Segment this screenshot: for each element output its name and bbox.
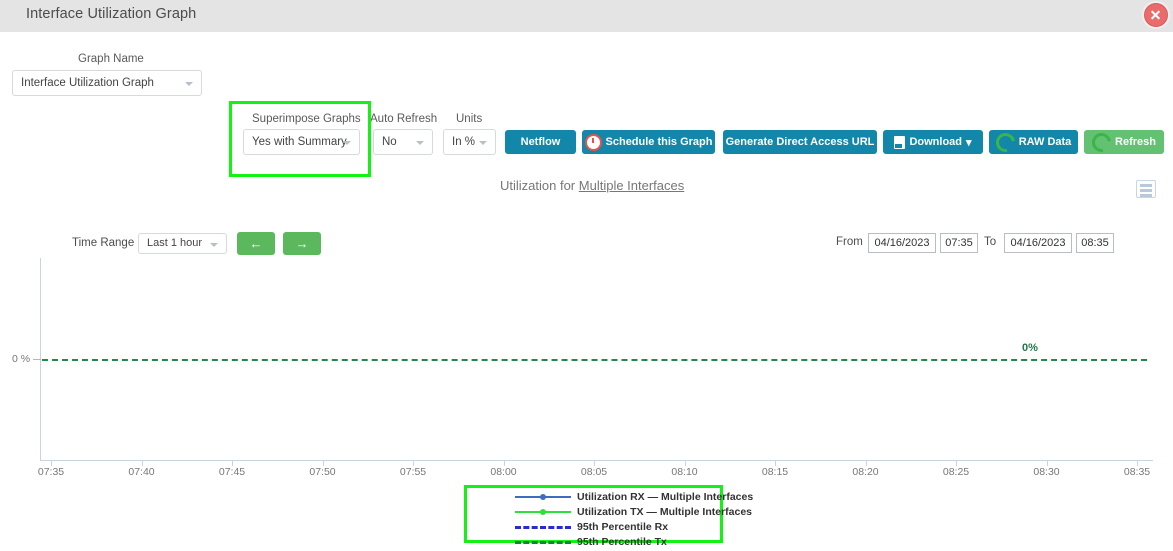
graph-name-select[interactable]: Interface Utilization Graph xyxy=(12,70,202,96)
utilization-chart: 0 % 07:35 07:40 07:45 07:50 07:55 08:00 08:05 0… xyxy=(0,250,1173,480)
refresh-icon xyxy=(991,128,1019,156)
generate-direct-url-label: Generate Direct Access URL xyxy=(725,136,875,148)
chart-heading: Utilization for Multiple Interfaces xyxy=(500,178,684,193)
raw-data-button[interactable]: RAW Data xyxy=(989,128,1078,156)
interface-utilization-graph-window: Interface Utilization Graph Graph Name I… xyxy=(0,0,1173,551)
units-value: In % xyxy=(452,136,476,148)
x-tick-label: 08:25 xyxy=(942,466,970,478)
netflow-button[interactable]: Netflow xyxy=(505,130,576,154)
legend-label-tx: Utilization TX — Multiple Interfaces xyxy=(577,505,753,518)
to-label: To xyxy=(984,236,997,248)
arrow-left-icon: ← xyxy=(249,236,263,251)
time-range-value: Last 1 hour xyxy=(147,237,203,249)
auto-refresh-value: No xyxy=(382,136,397,148)
legend-label-95th-rx: 95th Percentile Rx xyxy=(577,520,669,533)
refresh-label: Refresh xyxy=(1115,136,1156,148)
window-title-bar: Interface Utilization Graph xyxy=(0,0,1173,32)
chart-heading-prefix: Utilization for xyxy=(500,178,576,193)
legend-item-rx[interactable]: Utilization RX — Multiple Interfaces xyxy=(515,490,753,503)
legend-label-rx: Utilization RX — Multiple Interfaces xyxy=(577,490,754,503)
x-tick-label: 08:05 xyxy=(580,466,608,478)
download-caret-icon: ▾ xyxy=(966,136,972,149)
arrow-right-icon: → xyxy=(295,236,309,251)
chevron-down-icon xyxy=(185,82,193,86)
data-label-0pct: 0% xyxy=(1022,342,1038,354)
x-tick-label: 07:45 xyxy=(218,466,246,478)
x-tick-label: 07:35 xyxy=(37,466,65,478)
legend-swatch-95th-tx xyxy=(515,537,571,547)
legend-item-95th-rx[interactable]: 95th Percentile Rx xyxy=(515,520,753,533)
series-line-95th-percentile-tx xyxy=(42,359,1147,361)
chevron-down-icon xyxy=(416,141,424,145)
schedule-graph-button[interactable]: Schedule this Graph xyxy=(582,130,715,154)
legend-item-95th-tx[interactable]: 95th Percentile Tx xyxy=(515,535,753,548)
netflow-button-label: Netflow xyxy=(520,136,561,148)
auto-refresh-label: Auto Refresh xyxy=(370,113,438,125)
document-icon xyxy=(894,135,906,149)
x-tick-label: 07:40 xyxy=(128,466,155,478)
x-tick-label: 07:50 xyxy=(309,466,336,478)
raw-data-label: RAW Data xyxy=(1018,136,1072,148)
chart-heading-link[interactable]: Multiple Interfaces xyxy=(579,178,685,193)
clock-icon xyxy=(584,133,602,151)
page-title: Interface Utilization Graph xyxy=(26,6,197,22)
refresh-icon xyxy=(1088,128,1115,156)
chart-legend: Utilization RX — Multiple Interfaces Uti… xyxy=(515,490,753,548)
close-icon[interactable] xyxy=(1144,3,1168,27)
generate-direct-url-button[interactable]: Generate Direct Access URL xyxy=(723,130,877,154)
superimpose-select[interactable]: Yes with Summary xyxy=(243,129,360,155)
time-range-label: Time Range xyxy=(72,237,135,249)
legend-swatch-rx xyxy=(515,492,571,502)
superimpose-value: Yes with Summary xyxy=(252,136,347,148)
x-tick-label: 08:10 xyxy=(671,466,698,478)
units-select[interactable]: In % xyxy=(443,129,496,155)
auto-refresh-select[interactable]: No xyxy=(373,129,433,155)
graph-name-value: Interface Utilization Graph xyxy=(21,77,154,89)
hamburger-menu-icon[interactable] xyxy=(1136,180,1156,198)
graph-name-label: Graph Name xyxy=(78,53,144,65)
legend-label-95th-tx: 95th Percentile Tx xyxy=(577,535,667,548)
x-tick-label: 08:35 xyxy=(1123,466,1151,478)
download-button[interactable]: Download ▾ xyxy=(883,130,983,154)
chevron-down-icon xyxy=(210,243,218,247)
x-tick-label: 08:20 xyxy=(852,466,879,478)
x-tick-label: 08:30 xyxy=(1033,466,1060,478)
from-label: From xyxy=(836,236,863,248)
x-tick-label: 08:00 xyxy=(490,466,517,478)
schedule-graph-label: Schedule this Graph xyxy=(605,136,713,148)
chevron-down-icon xyxy=(343,141,351,145)
legend-swatch-tx xyxy=(515,507,571,517)
superimpose-label: Superimpose Graphs xyxy=(252,113,361,125)
legend-swatch-95th-rx xyxy=(515,522,571,532)
legend-item-tx[interactable]: Utilization TX — Multiple Interfaces xyxy=(515,505,753,518)
x-axis xyxy=(40,460,1153,461)
units-label: Units xyxy=(456,113,483,125)
x-tick-label: 08:15 xyxy=(761,466,789,478)
y-tick-mark xyxy=(33,359,41,360)
x-tick-label: 07:55 xyxy=(399,466,427,478)
chevron-down-icon xyxy=(479,141,487,145)
download-label: Download xyxy=(909,136,963,148)
refresh-button[interactable]: Refresh xyxy=(1084,128,1164,156)
